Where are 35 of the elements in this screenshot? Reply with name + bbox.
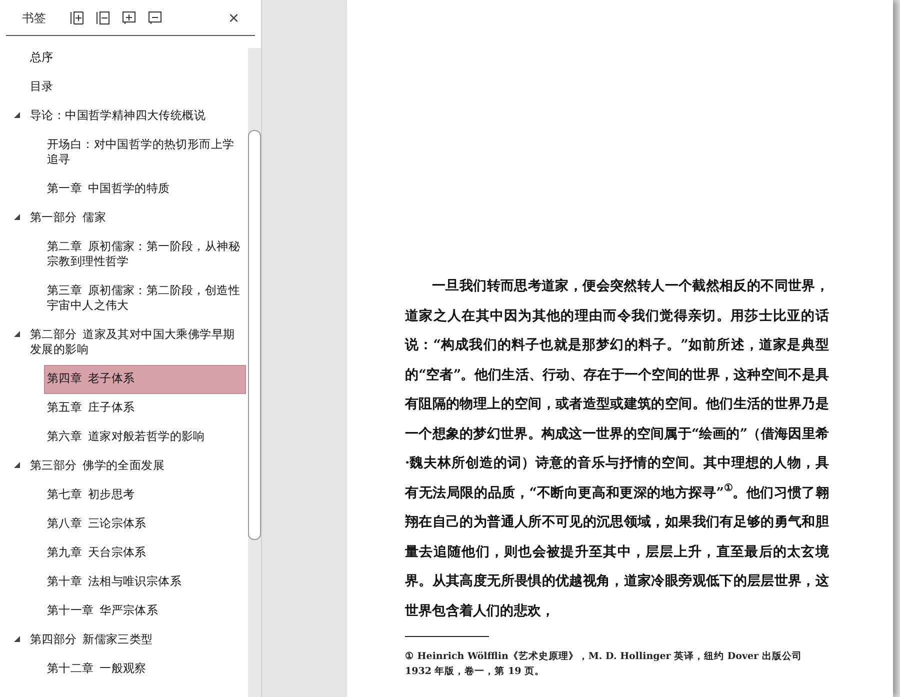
bookmark-item[interactable]: 总序 [27, 44, 247, 73]
footnote: ① Heinrich Wölfflin《艺术史原理》，M. D. Hollinger 英译，纽约 Dover 出版公司 1932 年版，卷一，第 19 页。 [405, 650, 803, 679]
bookmark-item[interactable]: 第六章 道家对般若哲学的影响 [44, 423, 246, 452]
body-paragraph: 一旦我们转而思考道家，便会突然转人一个截然相反的不同世界，道家之人在其中因为其他的理由而令我们觉得亲切。用莎士比亚的话说：“构成我们的料子也就是那梦幻的料子。”如前所述，道家是典型的“空者”。他们生活、行动、存在于一个空间的世界，这种空间不是具有阻隔的物理上的空间，或者造型或建筑的空间。他们生活的世界乃是一个想象的梦幻世界。构成这一世界的空间属于“绘画的”（借海因里希·魏夫林所创造的词）诗意的音乐与抒情的空间。其中理想的人物，具有无法局限的品质，“不断向更高和更深的地方探寻”$^{①}$。他们习惯了翱翔在自己的为普通人所不可见的沉思领域，如果我们有足够的勇气和胆量去追随他们，则也会被提升至其中，层层上升，直至最后的太玄境界。从其高度无所畏惧的优越视角，道家冷眼旁观低下的层层世界，这世界包含着人们的悲欢， [405, 277, 829, 620]
bookmark-item[interactable]: 第五章 庄子体系 [44, 394, 246, 423]
bookmark-item[interactable]: 开场白：对中国哲学的热切形而上学追寻 [44, 131, 246, 175]
bookmark-item[interactable]: 第一部分 儒家 [27, 204, 247, 233]
expander-icon[interactable] [14, 214, 20, 220]
close-button[interactable]: × [228, 8, 239, 26]
expander-icon[interactable] [14, 636, 20, 642]
bookmark-item[interactable]: 第十二章 一般观察 [44, 655, 246, 684]
bookmark-item[interactable]: 目录 [27, 73, 247, 102]
expand-all-icon[interactable] [70, 10, 84, 24]
bookmark-item[interactable]: 第二部分 道家及其对中国大乘佛学早期发展的影响 [27, 321, 247, 365]
scrollbar[interactable] [248, 48, 261, 697]
bookmark-item[interactable]: 导论：中国哲学精神四大传统概说 [27, 102, 247, 131]
bookmark-item[interactable]: 第一章 中国哲学的特质 [44, 175, 246, 204]
bookmark-item[interactable]: 第十章 法相与唯识宗体系 [44, 568, 246, 597]
collapse-all-icon[interactable] [96, 10, 110, 24]
collapse-icon[interactable] [148, 10, 162, 24]
expand-icon[interactable] [122, 10, 136, 24]
bookmark-item[interactable]: 第七章 初步思考 [44, 481, 246, 510]
bookmark-item[interactable]: 第九章 天台宗体系 [44, 539, 246, 568]
bookmark-item[interactable]: 第四章 老子体系 [44, 365, 246, 394]
panel-title: 书签 [22, 10, 46, 26]
bookmark-item[interactable]: 第三章 原初儒家：第二阶段，创造性宇宙中人之伟大 [44, 277, 246, 321]
bookmark-item[interactable]: 第八章 三论宗体系 [44, 510, 246, 539]
expander-icon[interactable] [14, 331, 20, 337]
expander-icon[interactable] [14, 462, 20, 468]
bookmark-item[interactable]: 第二章 原初儒家：第一阶段，从神秘宗教到理性哲学 [44, 233, 246, 277]
bookmark-item[interactable]: 第四部分 新儒家三类型 [27, 626, 247, 655]
bookmark-item[interactable]: 第三部分 佛学的全面发展 [27, 452, 247, 481]
expander-icon[interactable] [14, 112, 20, 118]
scrollbar-thumb[interactable] [248, 130, 261, 540]
bookmark-item[interactable]: 第十一章 华严宗体系 [44, 597, 246, 626]
